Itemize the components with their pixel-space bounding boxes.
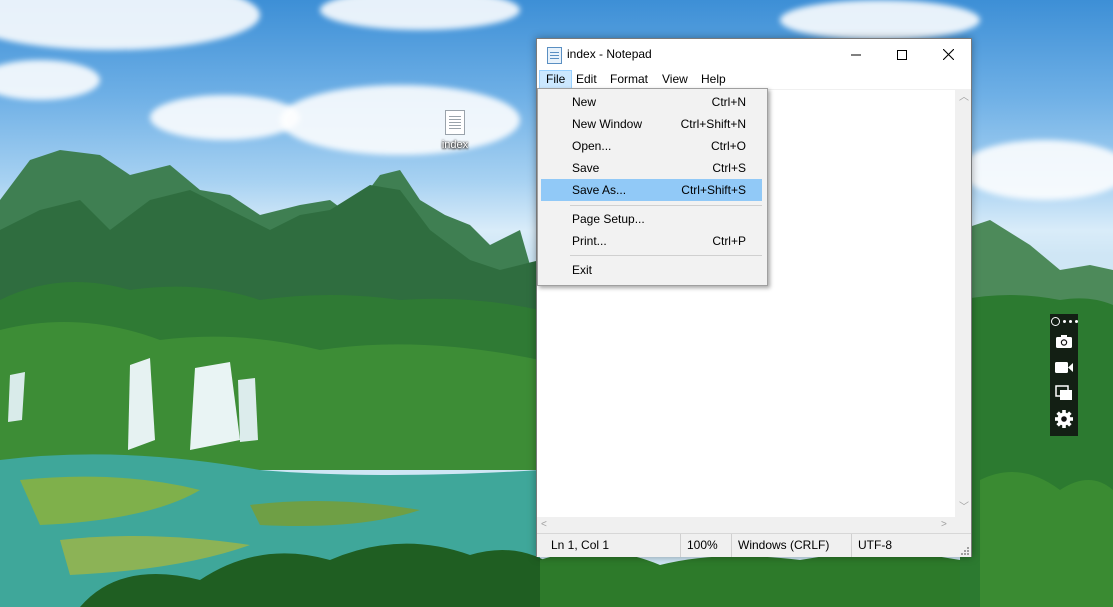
menu-item-new[interactable]: New Ctrl+N xyxy=(541,91,762,113)
menu-item-save[interactable]: Save Ctrl+S xyxy=(541,157,762,179)
menu-view[interactable]: View xyxy=(656,70,694,89)
menu-separator xyxy=(570,255,762,256)
menu-item-new-window[interactable]: New Window Ctrl+Shift+N xyxy=(541,113,762,135)
menu-item-print[interactable]: Print... Ctrl+P xyxy=(541,230,762,252)
menu-item-save-as[interactable]: Save As... Ctrl+Shift+S xyxy=(541,179,762,201)
minimize-button[interactable] xyxy=(833,39,879,70)
menu-help[interactable]: Help xyxy=(695,70,732,89)
encoding: UTF-8 xyxy=(851,534,892,557)
text-file-icon xyxy=(445,110,465,135)
maximize-button[interactable] xyxy=(879,39,925,70)
file-menu-dropdown: New Ctrl+N New Window Ctrl+Shift+N Open.… xyxy=(537,88,768,286)
screenshot-button[interactable] xyxy=(1050,328,1078,354)
close-icon xyxy=(942,49,954,60)
scroll-up-icon[interactable]: ︿ xyxy=(959,93,969,103)
menu-file[interactable]: File xyxy=(539,70,573,89)
scroll-right-icon[interactable]: > xyxy=(941,520,947,530)
line-endings: Windows (CRLF) xyxy=(731,534,829,557)
menu-item-page-setup[interactable]: Page Setup... xyxy=(541,208,762,230)
capture-toolbar xyxy=(1050,314,1078,436)
menu-bar: File Edit Format View Help xyxy=(537,70,971,89)
title-bar[interactable]: index - Notepad xyxy=(537,39,971,70)
record-video-button[interactable] xyxy=(1050,354,1078,380)
gear-icon xyxy=(1055,410,1073,428)
scroll-down-icon[interactable]: ﹀ xyxy=(959,503,969,513)
scroll-left-icon[interactable]: < xyxy=(541,520,547,530)
status-bar: Ln 1, Col 1 100% Windows (CRLF) UTF-8 xyxy=(537,533,971,557)
menu-item-open[interactable]: Open... Ctrl+O xyxy=(541,135,762,157)
close-button[interactable] xyxy=(925,39,971,70)
more-icon[interactable] xyxy=(1062,319,1066,323)
minimize-icon xyxy=(851,54,861,55)
notepad-icon xyxy=(547,47,562,64)
menu-separator xyxy=(570,205,762,206)
horizontal-scrollbar[interactable]: < > xyxy=(537,517,955,533)
vertical-scrollbar[interactable]: ︿ ﹀ xyxy=(955,89,971,517)
resize-grip-icon[interactable] xyxy=(959,545,969,555)
capture-toolbar-header xyxy=(1050,314,1078,328)
menu-item-exit[interactable]: Exit xyxy=(541,259,762,281)
pin-icon[interactable] xyxy=(1050,316,1060,326)
menu-format[interactable]: Format xyxy=(604,70,654,89)
video-icon xyxy=(1055,361,1073,373)
windows-icon xyxy=(1055,385,1072,400)
window-capture-button[interactable] xyxy=(1050,380,1078,406)
window-title: index - Notepad xyxy=(567,47,652,61)
scrollbar-corner xyxy=(955,517,971,533)
camera-icon xyxy=(1056,334,1072,348)
menu-edit[interactable]: Edit xyxy=(570,70,603,89)
settings-button[interactable] xyxy=(1050,406,1078,432)
maximize-icon xyxy=(897,49,907,60)
desktop-file-label: index xyxy=(441,139,469,151)
zoom-level: 100% xyxy=(680,534,718,557)
desktop-file-icon[interactable]: index xyxy=(434,110,476,151)
cursor-position: Ln 1, Col 1 xyxy=(551,538,610,552)
